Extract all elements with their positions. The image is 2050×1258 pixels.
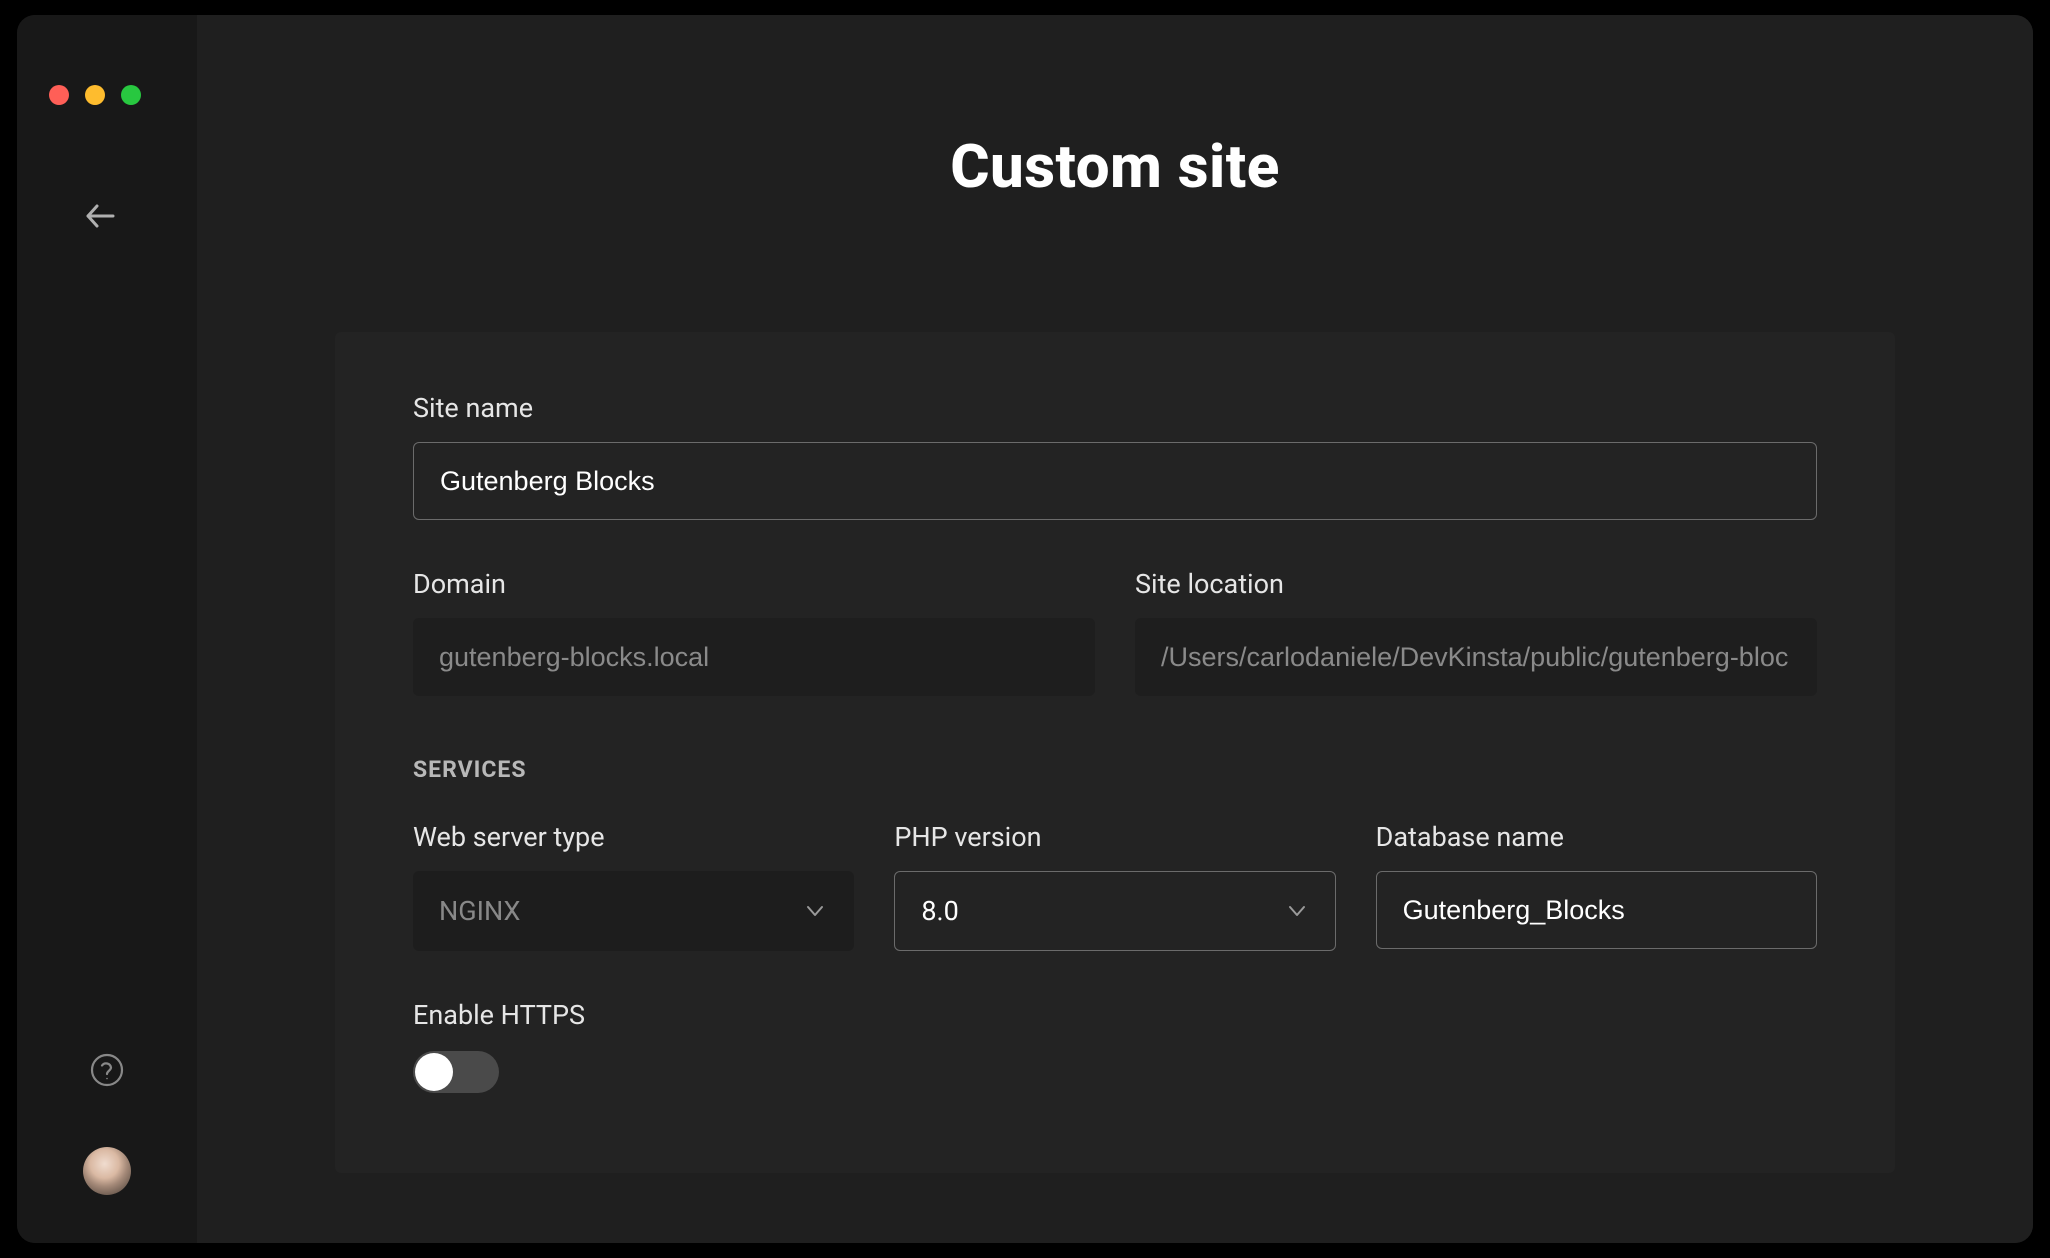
window-controls <box>49 85 141 105</box>
arrow-left-icon <box>85 203 115 229</box>
services-heading: SERVICES <box>413 756 1817 783</box>
help-button[interactable] <box>90 1053 124 1087</box>
minimize-window-button[interactable] <box>85 85 105 105</box>
enable-https-toggle[interactable] <box>413 1051 499 1093</box>
database-name-group: Database name <box>1376 821 1817 951</box>
site-location-group: Site location <box>1135 568 1817 696</box>
sidebar <box>17 15 197 1243</box>
domain-group: Domain <box>413 568 1095 696</box>
site-name-group: Site name <box>413 392 1817 520</box>
domain-label: Domain <box>413 568 1095 600</box>
toggle-knob <box>415 1053 453 1091</box>
database-name-input[interactable] <box>1376 871 1817 949</box>
main-content: Custom site Site name Domain Site locati… <box>197 15 2033 1243</box>
enable-https-group: Enable HTTPS <box>413 999 1817 1093</box>
php-version-value: 8.0 <box>921 895 958 927</box>
site-name-label: Site name <box>413 392 1817 424</box>
php-version-label: PHP version <box>894 821 1335 853</box>
maximize-window-button[interactable] <box>121 85 141 105</box>
domain-input <box>413 618 1095 696</box>
web-server-group: Web server type NGINX <box>413 821 854 951</box>
app-window: Custom site Site name Domain Site locati… <box>17 15 2033 1243</box>
page-title: Custom site <box>950 131 1280 202</box>
site-location-input <box>1135 618 1817 696</box>
php-version-group: PHP version 8.0 <box>894 821 1335 951</box>
sidebar-bottom <box>17 1053 197 1195</box>
form-panel: Site name Domain Site location SERVICES … <box>335 332 1895 1173</box>
enable-https-label: Enable HTTPS <box>413 999 585 1031</box>
site-location-label: Site location <box>1135 568 1817 600</box>
user-avatar[interactable] <box>83 1147 131 1195</box>
help-circle-icon <box>90 1053 124 1087</box>
web-server-select: NGINX <box>413 871 854 951</box>
web-server-label: Web server type <box>413 821 854 853</box>
php-version-select[interactable]: 8.0 <box>894 871 1335 951</box>
back-button[interactable] <box>85 201 115 231</box>
site-name-input[interactable] <box>413 442 1817 520</box>
web-server-value: NGINX <box>439 895 520 927</box>
close-window-button[interactable] <box>49 85 69 105</box>
database-name-label: Database name <box>1376 821 1817 853</box>
